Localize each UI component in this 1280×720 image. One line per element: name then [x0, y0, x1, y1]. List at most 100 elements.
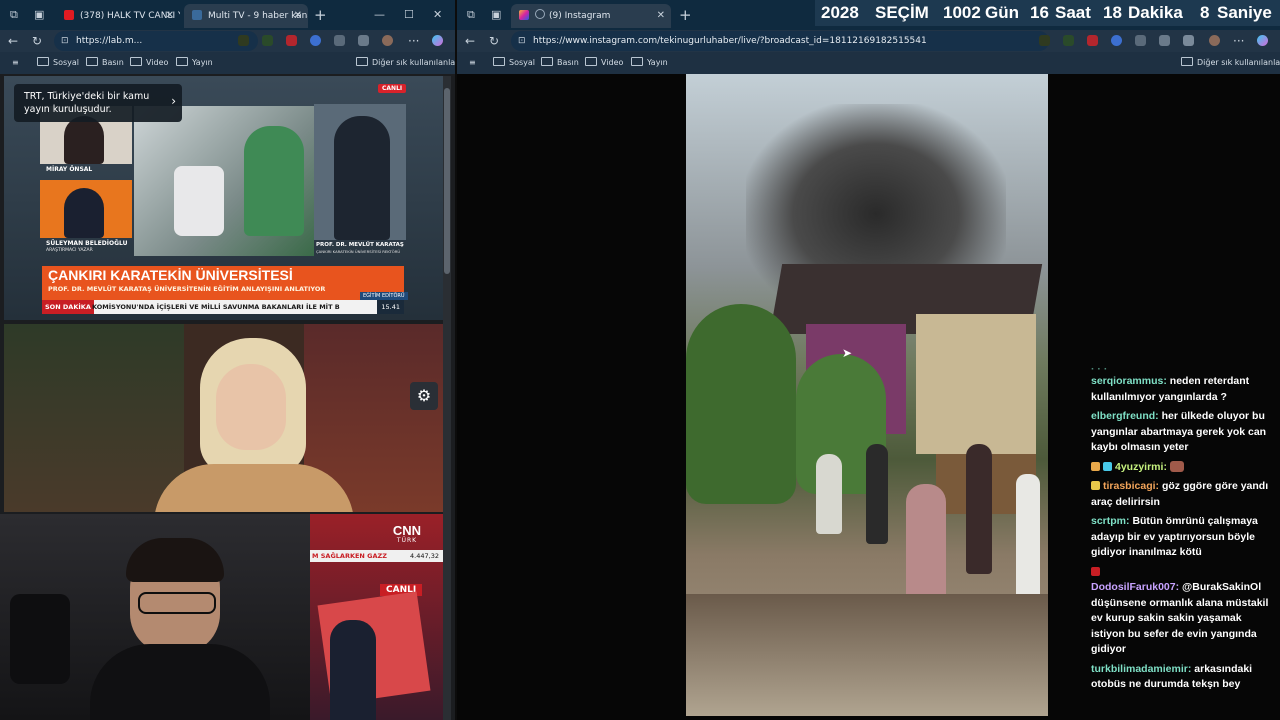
tooltip-box[interactable]: TRT, Türkiye'deki bir kamu yayın kuruluş…	[14, 84, 182, 122]
folder-icon	[176, 57, 188, 66]
extension-icon[interactable]	[286, 35, 297, 46]
instagram-live-page: ➤ · · · serqiorammus: neden reterdant ku…	[457, 74, 1280, 720]
bookmark-label: Basın	[102, 58, 124, 67]
close-window-icon[interactable]: ✕	[433, 6, 442, 24]
workspaces-icon[interactable]: ⧉	[10, 6, 18, 24]
countdown-seconds: 8	[1200, 3, 1210, 22]
tab-actions-icon[interactable]: ▣	[34, 6, 44, 24]
more-menu-icon[interactable]: ···	[1233, 32, 1244, 50]
extension-icon[interactable]	[262, 35, 273, 46]
news-video-player-2[interactable]: ⚙	[4, 324, 443, 512]
countdown-hours: 16	[1030, 3, 1049, 22]
bookmark-folder-video[interactable]: Video	[130, 52, 168, 74]
chat-username[interactable]: serqiorammus:	[1091, 375, 1167, 387]
cnn-turk-video-player[interactable]: CNN TÜRK M SAĞLARKEN GAZZ 4.447,32 CANLI	[310, 514, 443, 720]
url-field[interactable]: https://www.instagram.com/tekinugurluhab…	[511, 31, 1049, 51]
extension-icon[interactable]	[1159, 35, 1170, 46]
lock-icon: ⊡	[518, 36, 526, 46]
extension-icon[interactable]	[1063, 35, 1074, 46]
chevron-right-icon[interactable]: ›	[171, 94, 176, 108]
bookmark-folder-yayin[interactable]: Yayın	[176, 52, 213, 74]
countdown-hours-unit: Saat	[1055, 3, 1091, 22]
guest-label: SÜLEYMAN BELEDİOĞLU	[46, 240, 128, 247]
maximize-icon[interactable]: ☐	[404, 6, 414, 24]
back-icon[interactable]: ←	[8, 32, 18, 50]
bookmark-label: Sosyal	[509, 58, 535, 67]
cnn-ticker: M SAĞLARKEN GAZZ 4.447,32	[310, 550, 443, 562]
tab-actions-icon[interactable]: ▣	[491, 6, 501, 24]
bookmark-folder-yayin[interactable]: Yayın	[631, 52, 668, 74]
bookmark-folder-basin[interactable]: Basın	[541, 52, 579, 74]
extension-icon[interactable]	[310, 35, 321, 46]
profile-avatar[interactable]	[1209, 35, 1220, 46]
left-page-scrollbar[interactable]	[443, 76, 451, 720]
chat-username[interactable]: tirasbicagi:	[1103, 480, 1159, 492]
breaking-label: SON DAKİKA	[42, 300, 94, 314]
favorites-icon[interactable]: ≡	[469, 52, 476, 74]
countdown-minutes-unit: Dakika	[1128, 3, 1183, 22]
extension-icon[interactable]	[1135, 35, 1146, 46]
scrollbar-thumb[interactable]	[444, 88, 450, 274]
chat-username[interactable]: 4yuzyirmi:	[1115, 461, 1167, 473]
profile-avatar[interactable]	[382, 35, 393, 46]
settings-gear-button[interactable]: ⚙	[410, 382, 438, 410]
url-field[interactable]: https://lab.m... ⊡	[54, 31, 258, 51]
guest-role: ÇANKIRI KARATEKİN ÜNİVERSİTESİ REKTÖRÜ	[316, 249, 401, 254]
lock-icon: ⊡	[61, 36, 69, 46]
copilot-icon[interactable]	[432, 35, 443, 46]
countdown-days-unit: Gün	[985, 3, 1019, 22]
tab-multi-tv[interactable]: Multi TV - 9 haber kanalı ✕	[184, 4, 308, 28]
other-bookmarks[interactable]: Diğer sık kullanılanlar	[1181, 52, 1280, 74]
emote-icon	[1169, 460, 1184, 472]
extension-icon[interactable]	[1039, 35, 1050, 46]
new-tab-icon[interactable]: +	[679, 6, 692, 24]
chat-username[interactable]: elbergfreund:	[1091, 410, 1159, 422]
back-icon[interactable]: ←	[465, 32, 475, 50]
extension-icon[interactable]	[1087, 35, 1098, 46]
trt-video-player[interactable]: MİRAY ÖNSAL SÜLEYMAN BELEDİOĞLU ARAŞTIRM…	[4, 76, 443, 320]
tab-instagram[interactable]: (9) Instagram ✕	[511, 4, 671, 28]
chat-message: serqiorammus: neden reterdant kullanılmı…	[1091, 374, 1273, 405]
cnn-logo-text: CNN	[392, 523, 422, 538]
refresh-icon[interactable]: ↻	[489, 32, 499, 50]
bookmark-folder-basin[interactable]: Basın	[86, 52, 124, 74]
tab-halk-tv[interactable]: (378) HALK TV CANLI YAYIN ✕	[56, 4, 180, 28]
left-address-bar: ← ↻ https://lab.m... ⊡ ···	[0, 30, 455, 52]
extension-icon[interactable]	[358, 35, 369, 46]
streamer-glasses	[138, 592, 216, 614]
presenter-silhouette	[330, 620, 376, 720]
tree	[686, 304, 796, 504]
favorites-icon[interactable]: ≡	[12, 52, 19, 74]
minimize-icon[interactable]: —	[374, 6, 385, 24]
folder-icon	[631, 57, 643, 66]
close-tab-icon[interactable]: ✕	[294, 4, 302, 28]
close-tab-icon[interactable]: ✕	[166, 4, 174, 28]
folder-icon	[1181, 57, 1193, 66]
live-video[interactable]: ➤	[686, 74, 1048, 716]
workspaces-icon[interactable]: ⧉	[467, 6, 475, 24]
person	[866, 444, 888, 544]
new-tab-icon[interactable]: +	[314, 6, 327, 24]
countdown-year: 2028	[821, 3, 859, 22]
chat-username[interactable]: turkbilimadamiemir:	[1091, 663, 1191, 675]
refresh-icon[interactable]: ↻	[32, 32, 42, 50]
extension-icon[interactable]	[1183, 35, 1194, 46]
bookmark-label: Video	[146, 58, 169, 67]
bookmark-folder-sosyal[interactable]: Sosyal	[493, 52, 535, 74]
bookmark-folder-video[interactable]: Video	[585, 52, 623, 74]
chat-username[interactable]: DodosilFaruk007:	[1091, 581, 1179, 593]
other-bookmarks[interactable]: Diğer sık kullanılanlar	[356, 52, 455, 74]
left-browser-window: ⧉ ▣ (378) HALK TV CANLI YAYIN ✕ Multi TV…	[0, 0, 455, 720]
streamer-shirt	[90, 644, 270, 720]
close-tab-icon[interactable]: ✕	[657, 4, 665, 28]
extension-icon[interactable]	[238, 35, 249, 46]
bookmark-label: Basın	[557, 58, 579, 67]
extension-icon[interactable]	[334, 35, 345, 46]
more-menu-icon[interactable]: ···	[408, 32, 419, 50]
copilot-icon[interactable]	[1257, 35, 1268, 46]
bookmark-folder-sosyal[interactable]: Sosyal	[37, 52, 79, 74]
chat-message: 4yuzyirmi:	[1091, 460, 1273, 476]
chat-username[interactable]: scrtpm:	[1091, 515, 1130, 527]
chat-message: · · ·	[1091, 362, 1273, 370]
extension-icon[interactable]	[1111, 35, 1122, 46]
